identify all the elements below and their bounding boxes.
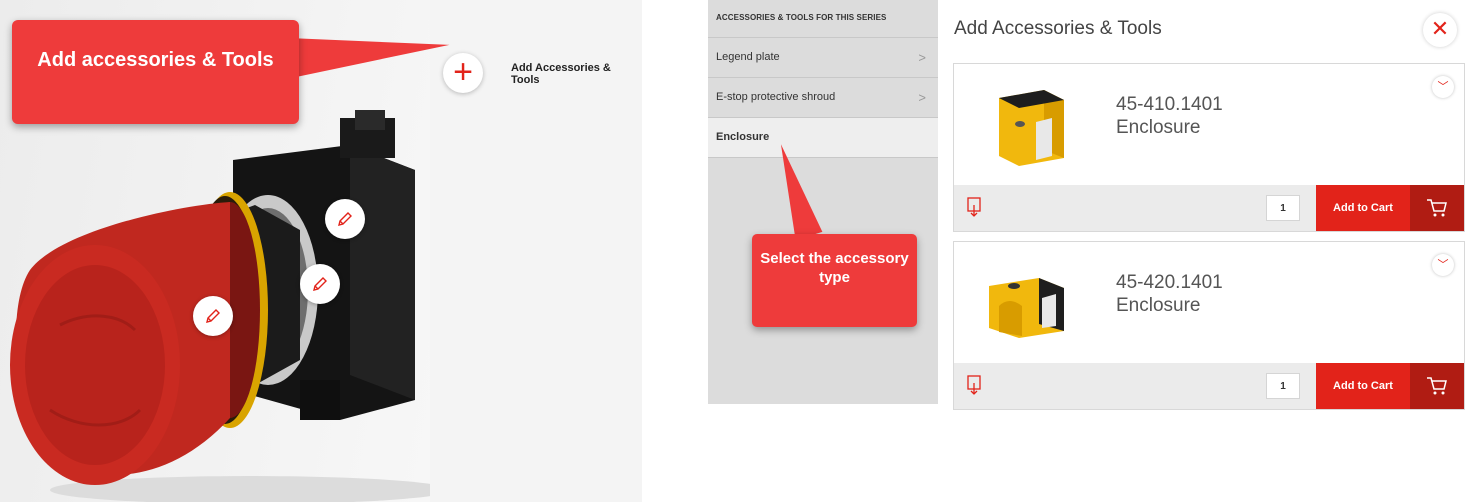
- edit-pin-3[interactable]: [193, 296, 233, 336]
- quantity-input[interactable]: 1: [1266, 373, 1300, 399]
- pencil-icon: [206, 309, 220, 323]
- chevron-right-icon: >: [918, 90, 926, 105]
- close-icon: ✕: [1430, 16, 1450, 41]
- plus-icon: +: [453, 53, 473, 91]
- menu-item-enclosure[interactable]: Enclosure: [708, 118, 938, 158]
- expand-button[interactable]: ﹀: [1432, 76, 1454, 98]
- product-card-body: 45-410.1401 Enclosure ﹀: [954, 64, 1464, 185]
- product-action-bar: 1 Add to Cart: [954, 363, 1464, 409]
- enclosure-image: [989, 278, 1064, 338]
- add-to-cart-button[interactable]: Add to Cart: [1316, 363, 1410, 409]
- product-code: 45-410.1401: [1116, 94, 1223, 115]
- download-icon[interactable]: [966, 375, 982, 395]
- product-card: 45-420.1401 Enclosure ﹀ 1 Add to Cart: [953, 241, 1465, 410]
- callout-text: Add accessories & Tools: [37, 49, 274, 71]
- chevron-down-icon: ﹀: [1437, 81, 1449, 93]
- cart-icon: [1427, 377, 1447, 395]
- download-icon[interactable]: [966, 197, 982, 217]
- product-card: 45-410.1401 Enclosure ﹀ 1 Add to Cart: [953, 63, 1465, 232]
- accessory-type-menu: ACCESSORIES & TOOLS FOR THIS SERIES Lege…: [708, 0, 938, 404]
- cart-button[interactable]: [1410, 363, 1464, 409]
- chevron-right-icon: >: [918, 50, 926, 65]
- menu-item-label: E-stop protective shroud: [716, 91, 836, 103]
- expand-button[interactable]: ﹀: [1432, 254, 1454, 276]
- enclosure-image: [999, 90, 1064, 166]
- product-action-bar: 1 Add to Cart: [954, 185, 1464, 231]
- edit-pin-1[interactable]: [325, 199, 365, 239]
- cart-icon: [1427, 199, 1447, 217]
- product-name: Enclosure: [1116, 117, 1201, 138]
- add-accessories-callout: Add accessories & Tools: [12, 20, 299, 124]
- cart-button[interactable]: [1410, 185, 1464, 231]
- menu-item-e-stop-shroud[interactable]: E-stop protective shroud >: [708, 78, 938, 118]
- select-accessory-callout: Select the accessory type: [752, 234, 917, 327]
- menu-header: ACCESSORIES & TOOLS FOR THIS SERIES: [708, 0, 938, 38]
- panel-title: Add Accessories & Tools: [954, 18, 1162, 39]
- pencil-icon: [338, 212, 352, 226]
- callout-text: Select the accessory type: [760, 250, 909, 286]
- product-name: Enclosure: [1116, 295, 1201, 316]
- edit-pin-2[interactable]: [300, 264, 340, 304]
- product-code: 45-420.1401: [1116, 272, 1223, 293]
- pencil-icon: [313, 277, 327, 291]
- chevron-down-icon: ﹀: [1437, 259, 1449, 271]
- close-button[interactable]: ✕: [1423, 13, 1457, 47]
- add-accessories-button[interactable]: +: [443, 53, 483, 93]
- product-card-body: 45-420.1401 Enclosure ﹀: [954, 242, 1464, 363]
- quantity-input[interactable]: 1: [1266, 195, 1300, 221]
- menu-item-label: Legend plate: [716, 51, 780, 63]
- product-viewer: Add accessories & Tools + Add Accessorie…: [0, 0, 642, 502]
- callout-pointer: [288, 26, 452, 78]
- add-accessories-link[interactable]: Add Accessories & Tools: [511, 62, 642, 86]
- add-to-cart-button[interactable]: Add to Cart: [1316, 185, 1410, 231]
- menu-item-label: Enclosure: [716, 131, 770, 143]
- menu-item-legend-plate[interactable]: Legend plate >: [708, 38, 938, 78]
